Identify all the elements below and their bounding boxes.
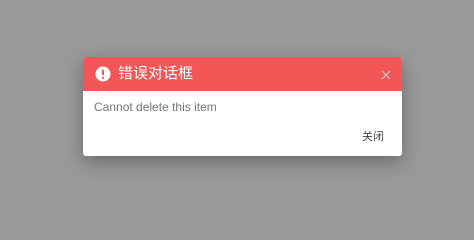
close-icon[interactable] — [380, 68, 392, 80]
dialog-footer: 关闭 — [362, 127, 384, 145]
exclamation-circle-icon — [95, 66, 111, 82]
dialog-body: Cannot delete this item — [83, 91, 402, 122]
dialog-header: 错误对话框 — [83, 57, 402, 91]
close-button[interactable]: 关闭 — [362, 130, 384, 144]
error-dialog: 错误对话框 Cannot delete this item 关闭 — [83, 57, 402, 156]
dialog-message: Cannot delete this item — [94, 100, 217, 114]
dialog-title: 错误对话框 — [118, 65, 194, 82]
